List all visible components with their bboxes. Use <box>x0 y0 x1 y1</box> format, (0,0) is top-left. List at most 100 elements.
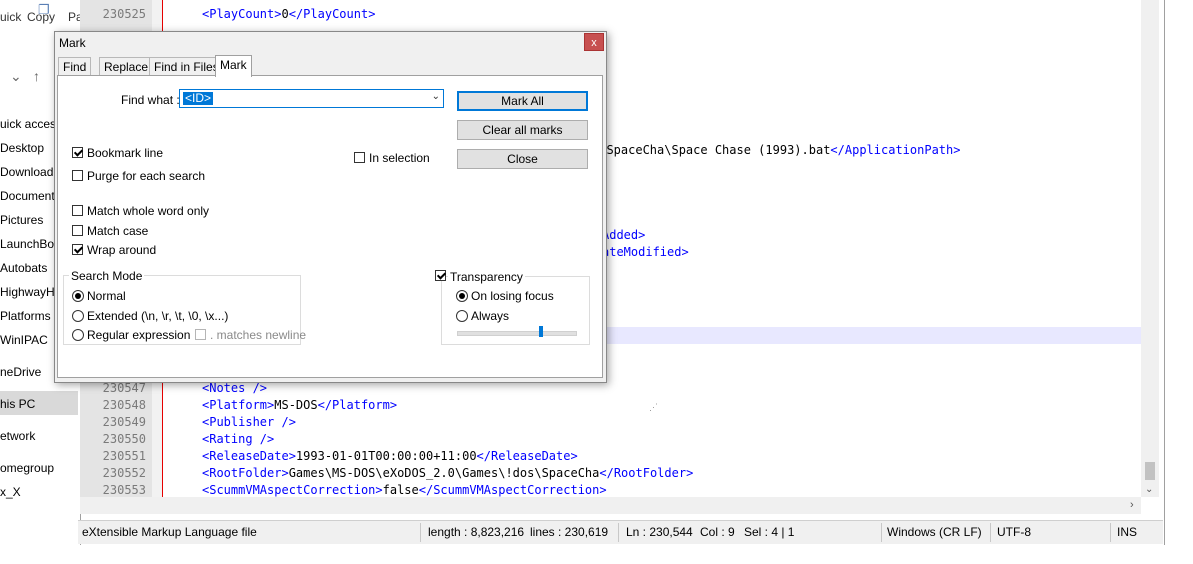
line-number: 230547 <box>102 381 146 395</box>
code-line-partial-modified[interactable]: ateModified> <box>602 245 689 259</box>
transparency-slider-track[interactable] <box>457 331 577 336</box>
code-line[interactable]: <Publisher /> <box>202 415 296 429</box>
search-mode-title: Search Mode <box>69 269 145 283</box>
mark-all-button[interactable]: Mark All <box>457 91 588 111</box>
status-lines: lines : 230,619 <box>530 525 609 539</box>
scroll-down-arrow-icon[interactable]: ⌄ <box>1145 484 1153 495</box>
in-selection-checkbox[interactable] <box>354 152 365 163</box>
line-number: 230549 <box>102 415 146 429</box>
xml-open-tag: <Rating /> <box>202 432 275 446</box>
xml-close-tag: </ApplicationPath> <box>830 143 961 157</box>
match-case-checkbox[interactable] <box>72 225 83 236</box>
sidebar-item-desktop[interactable]: Desktop <box>0 141 44 155</box>
matches-newline-label: . matches newline <box>210 328 307 342</box>
clear-all-marks-button[interactable]: Clear all marks <box>457 120 588 140</box>
always-label: Always <box>471 309 510 323</box>
matches-newline-checkbox[interactable] <box>195 329 206 340</box>
sidebar-item-highway[interactable]: HighwayH <box>0 285 55 299</box>
on-losing-focus-radio[interactable] <box>456 290 468 302</box>
resize-grip-icon[interactable]: ⋰ <box>649 402 658 413</box>
code-line[interactable]: <Platform>MS-DOS</Platform> <box>202 398 397 412</box>
chevron-down-icon[interactable]: ⌄ <box>432 91 440 102</box>
status-filetype: eXtensible Markup Language file <box>82 525 257 539</box>
regex-radio[interactable] <box>72 329 84 341</box>
extended-radio[interactable] <box>72 310 84 322</box>
xml-open-tag: <ReleaseDate> <box>202 449 296 463</box>
xml-open-tag: <PlayCount> <box>202 7 282 21</box>
bookmark-line-label: Bookmark line <box>87 146 164 160</box>
find-what-value: <ID> <box>183 91 214 105</box>
close-button[interactable]: Close <box>457 149 588 169</box>
sidebar-item-platforms[interactable]: Platforms <box>0 309 51 323</box>
line-number: 230551 <box>102 449 146 463</box>
tab-find[interactable]: Find <box>58 57 92 76</box>
line-number: 230552 <box>102 466 146 480</box>
tab-find-in-files[interactable]: Find in Files <box>149 57 224 76</box>
tab-replace[interactable]: Replace <box>99 57 154 76</box>
status-insert-mode[interactable]: INS <box>1117 525 1137 539</box>
line-number: 230553 <box>102 483 146 497</box>
dialog-title: Mark <box>59 36 86 50</box>
code-line-partial[interactable]: s\SpaceCha\Space Chase (1993).bat</Appli… <box>592 143 960 157</box>
xml-open-tag: <ScummVMAspectCorrection> <box>202 483 383 497</box>
sidebar-item-network[interactable]: etwork <box>0 429 35 443</box>
code-line[interactable]: <Rating /> <box>202 432 274 446</box>
bookmark-line-checkbox[interactable] <box>72 147 83 158</box>
sidebar-item-homegroup[interactable]: omegroup <box>0 461 54 475</box>
vertical-scrollbar[interactable] <box>1141 0 1159 497</box>
sidebar-item-launchbox[interactable]: LaunchBox <box>0 237 60 251</box>
match-whole-word-checkbox[interactable] <box>72 205 83 216</box>
code-line-partial-added[interactable]: Added> <box>602 228 645 242</box>
xml-text: false <box>382 483 419 497</box>
transparency-label: Transparency <box>448 270 525 284</box>
regex-label: Regular expression <box>87 328 191 342</box>
status-col: Col : 9 <box>700 525 735 539</box>
status-bar: eXtensible Markup Language file length :… <box>78 520 1163 544</box>
wrap-around-label: Wrap around <box>87 243 157 257</box>
up-arrow-icon[interactable]: ↑ <box>33 68 40 84</box>
normal-radio[interactable] <box>72 290 84 302</box>
purge-checkbox[interactable] <box>72 170 83 181</box>
status-separator <box>881 523 882 542</box>
sidebar-item-x-x[interactable]: x_X <box>0 485 21 499</box>
find-what-label: Find what : <box>121 93 180 107</box>
sidebar-item-pictures[interactable]: Pictures <box>0 213 43 227</box>
extended-label: Extended (\n, \r, \t, \0, \x...) <box>87 309 229 323</box>
find-what-combobox[interactable]: <ID> ⌄ <box>179 89 444 108</box>
wrap-around-checkbox[interactable] <box>72 244 83 255</box>
transparency-slider-thumb[interactable] <box>539 326 543 337</box>
sidebar-item-downloads[interactable]: Download <box>0 165 53 179</box>
transparency-checkbox[interactable] <box>435 270 446 281</box>
sidebar-item-quick-access[interactable]: uick access <box>0 117 62 131</box>
always-radio[interactable] <box>456 310 468 322</box>
line-number: 230548 <box>102 398 146 412</box>
close-icon[interactable]: x <box>584 33 604 51</box>
normal-label: Normal <box>87 289 126 303</box>
vertical-scrollbar-thumb[interactable] <box>1145 462 1155 480</box>
scroll-right-arrow-icon[interactable]: › <box>1130 499 1134 511</box>
status-length: length : 8,823,216 <box>428 525 525 539</box>
tab-mark[interactable]: Mark <box>215 55 252 77</box>
xml-open-tag: <Platform> <box>202 398 275 412</box>
code-line[interactable]: <Notes /> <box>202 381 267 395</box>
code-line[interactable]: <PlayCount>0</PlayCount> <box>202 7 375 21</box>
sidebar-item-winipac[interactable]: WinIPAC <box>0 333 48 347</box>
sidebar-item-this-pc[interactable]: his PC <box>0 397 35 411</box>
status-separator <box>618 523 619 542</box>
status-eol[interactable]: Windows (CR LF) <box>887 525 982 539</box>
xml-close-tag: </PlayCount> <box>288 7 376 21</box>
code-line[interactable]: <ScummVMAspectCorrection>false</ScummVMA… <box>202 483 607 497</box>
chevron-down-icon[interactable]: ⌄ <box>10 68 22 85</box>
status-separator <box>1110 523 1111 542</box>
horizontal-scrollbar[interactable] <box>80 497 1141 514</box>
sidebar-item-documents[interactable]: Document <box>0 189 55 203</box>
sidebar-item-onedrive[interactable]: neDrive <box>0 365 41 379</box>
status-encoding[interactable]: UTF-8 <box>997 525 1031 539</box>
code-line[interactable]: <ReleaseDate>1993-01-01T00:00:00+11:00</… <box>202 449 578 463</box>
code-line[interactable]: <RootFolder>Games\MS-DOS\eXoDOS_2.0\Game… <box>202 466 693 480</box>
xml-open-tag: <RootFolder> <box>202 466 289 480</box>
quick-access-toolbar-label[interactable]: uick <box>0 10 21 24</box>
xml-open-tag: <Publisher /> <box>202 415 296 429</box>
purge-label: Purge for each search <box>87 169 206 183</box>
sidebar-item-autobats[interactable]: Autobats <box>0 261 47 275</box>
